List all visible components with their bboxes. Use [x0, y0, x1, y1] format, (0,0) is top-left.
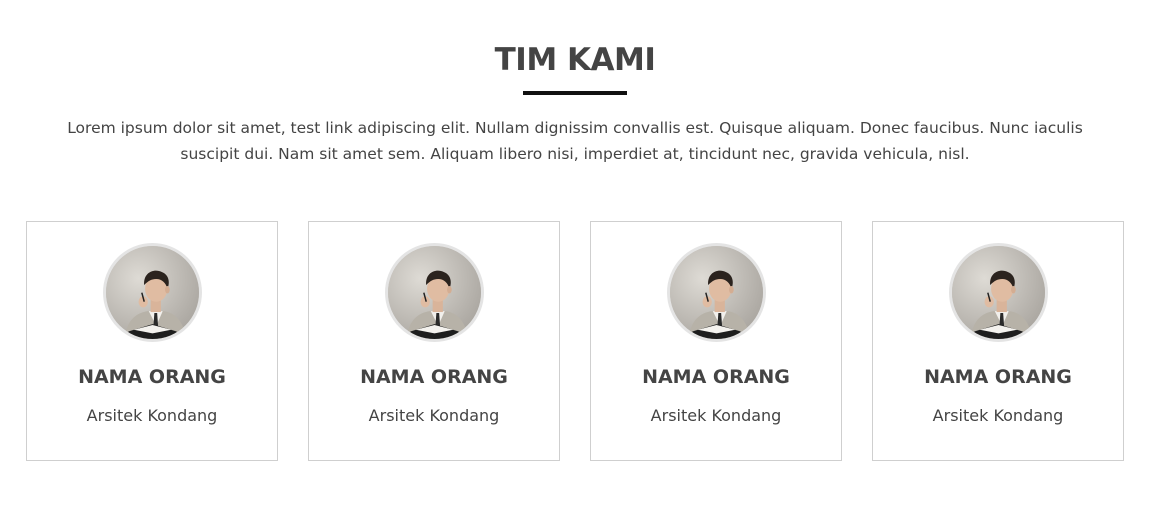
man-thinking-with-book-photo	[670, 246, 763, 339]
team-card: NAMA ORANG Arsitek Kondang	[590, 221, 842, 461]
team-card-list: NAMA ORANG Arsitek Kondang NAMA ORANG Ar…	[26, 221, 1124, 461]
team-section: TIM KAMI Lorem ipsum dolor sit amet, tes…	[0, 0, 1165, 514]
member-name: NAMA ORANG	[924, 366, 1072, 388]
section-title: TIM KAMI	[494, 42, 656, 78]
man-thinking-with-book-photo	[106, 246, 199, 339]
team-card: NAMA ORANG Arsitek Kondang	[308, 221, 560, 461]
man-thinking-with-book-photo	[388, 246, 481, 339]
member-name: NAMA ORANG	[642, 366, 790, 388]
avatar	[667, 243, 766, 342]
title-underline	[523, 91, 627, 95]
avatar	[949, 243, 1048, 342]
avatar	[103, 243, 202, 342]
member-name: NAMA ORANG	[78, 366, 226, 388]
avatar	[385, 243, 484, 342]
member-role: Arsitek Kondang	[368, 406, 500, 425]
member-role: Arsitek Kondang	[650, 406, 782, 425]
member-role: Arsitek Kondang	[932, 406, 1064, 425]
team-card: NAMA ORANG Arsitek Kondang	[26, 221, 278, 461]
man-thinking-with-book-photo	[952, 246, 1045, 339]
member-name: NAMA ORANG	[360, 366, 508, 388]
team-card: NAMA ORANG Arsitek Kondang	[872, 221, 1124, 461]
section-intro: Lorem ipsum dolor sit amet, test link ad…	[67, 119, 1083, 163]
member-role: Arsitek Kondang	[86, 406, 218, 425]
